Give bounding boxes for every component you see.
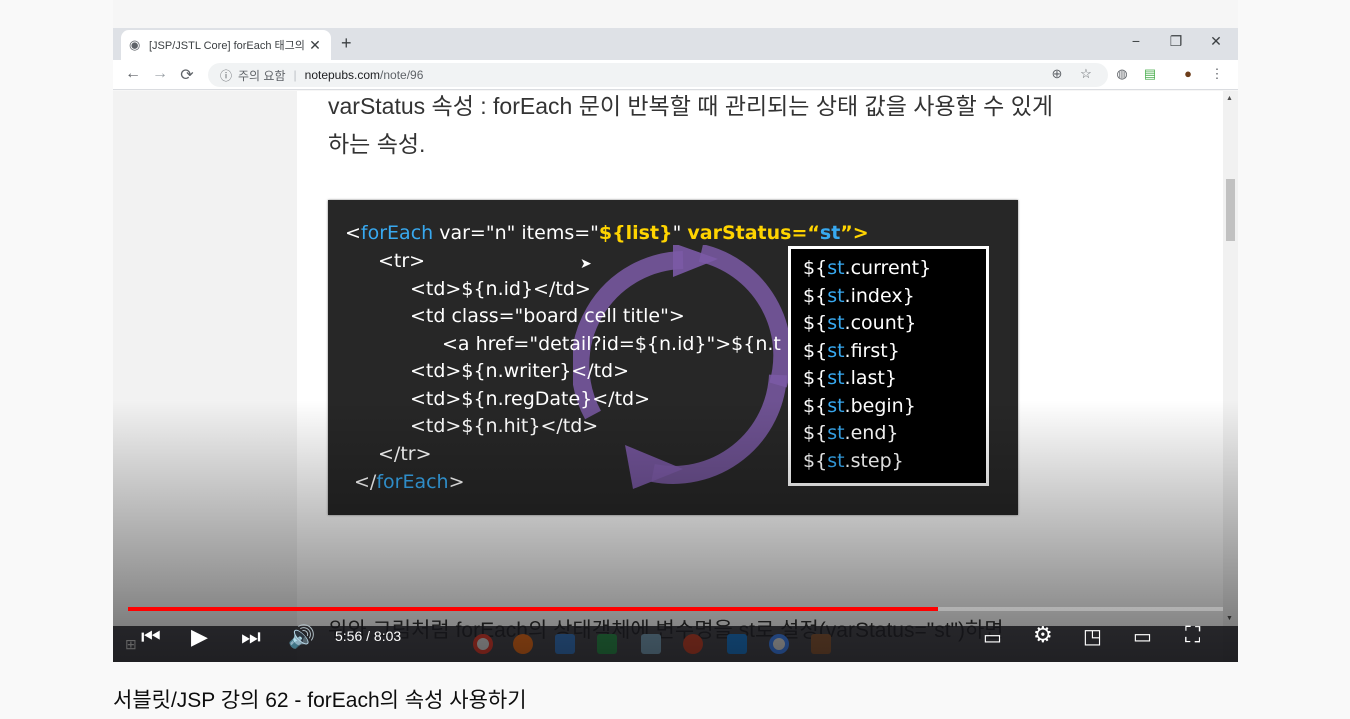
- mouse-cursor-icon: ➤: [580, 256, 592, 272]
- zoom-icon[interactable]: ⊕: [1048, 66, 1066, 82]
- window-close-button[interactable]: ✕: [1206, 33, 1226, 50]
- status-property: ${st.end}: [803, 422, 899, 444]
- volume-icon[interactable]: 🔊: [288, 624, 315, 650]
- video-frame: ◉ [JSP/JSTL Core] forEach 태그의 ... ✕ + − …: [113, 0, 1238, 662]
- browser-toolbar: ← → ⟳ ⓘ 주의 요함 | notepubs.com /note/96 ⊕ …: [113, 60, 1238, 90]
- page-scrollbar[interactable]: ▲ ▼: [1223, 91, 1238, 662]
- vscode-taskbar-icon: [727, 634, 747, 654]
- article-paragraph: 하는 속성.: [328, 131, 426, 157]
- browser-tab-strip: ◉ [JSP/JSTL Core] forEach 태그의 ... ✕ + − …: [113, 28, 1238, 60]
- menu-dots-icon[interactable]: ⋮: [1208, 66, 1226, 82]
- security-label: 주의 요함: [238, 68, 286, 83]
- back-button[interactable]: ←: [123, 65, 143, 83]
- code-line: <forEach var="n" items="${list}" varStat…: [345, 222, 869, 244]
- desktop-taskbar: ⊞: [113, 626, 1238, 662]
- code-line: <td>${n.writer}</td>: [410, 360, 630, 382]
- miniplayer-icon[interactable]: ◳: [1083, 624, 1102, 649]
- app-taskbar-icon: [811, 634, 831, 654]
- new-tab-button[interactable]: +: [341, 33, 352, 54]
- next-icon[interactable]: ⏭: [241, 624, 261, 650]
- progress-played: [128, 607, 939, 611]
- previous-icon[interactable]: ⏮: [141, 624, 161, 650]
- info-icon[interactable]: ⓘ: [220, 67, 232, 84]
- status-properties-box: ${st.current} ${st.index} ${st.count} ${…: [788, 246, 989, 486]
- code-line: <td>${n.regDate}</td>: [410, 388, 651, 410]
- fullscreen-icon[interactable]: ⛶: [1185, 622, 1200, 648]
- progress-bar[interactable]: [128, 607, 1223, 611]
- profile-avatar-icon[interactable]: ●: [1179, 66, 1197, 81]
- globe-icon: ◉: [129, 37, 141, 52]
- article-paragraph: varStatus 속성 : forEach 문이 반복할 때 관리되는 상태 …: [328, 93, 1054, 119]
- chrome-taskbar-icon: [473, 634, 493, 654]
- url-path: /note/96: [380, 68, 424, 82]
- scroll-down-icon[interactable]: ▼: [1226, 615, 1233, 622]
- code-line: </forEach>: [354, 471, 465, 493]
- forward-button[interactable]: →: [150, 65, 170, 83]
- status-property: ${st.index}: [803, 285, 915, 307]
- scroll-thumb[interactable]: [1226, 179, 1235, 241]
- status-property: ${st.begin}: [803, 395, 916, 417]
- url-host: notepubs.com: [304, 68, 381, 82]
- monitor-taskbar-icon: [555, 634, 575, 654]
- status-property: ${st.current}: [803, 257, 932, 279]
- status-property: ${st.last}: [803, 367, 897, 389]
- app-taskbar-icon: [641, 634, 661, 654]
- code-line: <tr>: [378, 250, 426, 272]
- tab-title: [JSP/JSTL Core] forEach 태그의 ...: [149, 40, 307, 52]
- extension-sheet-icon[interactable]: ▤: [1141, 66, 1159, 82]
- code-line: <td>${n.hit}</td>: [410, 415, 599, 437]
- reload-button[interactable]: ⟳: [177, 65, 197, 85]
- browser-tab[interactable]: ◉ [JSP/JSTL Core] forEach 태그의 ... ✕: [121, 30, 331, 60]
- tab-close-icon[interactable]: ✕: [307, 37, 323, 54]
- firefox-taskbar-icon: [513, 634, 533, 654]
- powerpoint-taskbar-icon: [683, 634, 703, 654]
- subtitles-icon[interactable]: ▭: [983, 625, 1002, 650]
- code-line: </tr>: [378, 443, 432, 465]
- video-title: 서블릿/JSP 강의 62 - forEach의 속성 사용하기: [113, 689, 527, 712]
- minimize-button[interactable]: −: [1126, 33, 1146, 49]
- restore-button[interactable]: ❐: [1166, 33, 1186, 50]
- code-line: <td class="board cell title">: [410, 305, 685, 327]
- status-property: ${st.first}: [803, 340, 900, 362]
- scroll-up-icon[interactable]: ▲: [1226, 95, 1233, 102]
- code-slide-image: <forEach var="n" items="${list}" varStat…: [328, 200, 1018, 515]
- bookmark-star-icon[interactable]: ☆: [1077, 66, 1095, 82]
- address-bar[interactable]: ⓘ 주의 요함 | notepubs.com /note/96: [208, 63, 1108, 87]
- status-property: ${st.count}: [803, 312, 917, 334]
- extension-icon[interactable]: ◍: [1113, 66, 1131, 82]
- app-taskbar-icon: [597, 634, 617, 654]
- settings-gear-icon[interactable]: ⚙: [1033, 622, 1053, 648]
- time-display: 5:56 / 8:03: [335, 628, 402, 644]
- code-line: <a href="detail?id=${n.id}">${n.title}: [442, 333, 782, 355]
- video-player[interactable]: ◉ [JSP/JSTL Core] forEach 태그의 ... ✕ + − …: [113, 0, 1238, 662]
- page: ◉ [JSP/JSTL Core] forEach 태그의 ... ✕ + − …: [0, 0, 1350, 719]
- play-icon[interactable]: ▶: [191, 624, 208, 650]
- status-property: ${st.step}: [803, 450, 904, 472]
- divider: |: [293, 68, 297, 82]
- theater-mode-icon[interactable]: ▭: [1133, 624, 1152, 649]
- chrome-taskbar-icon: [769, 634, 789, 654]
- code-line: <td>${n.id}</td>: [410, 278, 591, 300]
